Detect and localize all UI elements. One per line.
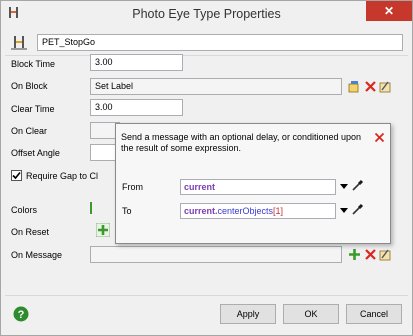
block-time-input[interactable]: 3.00 [90, 54, 183, 71]
to-value-keyword: current. [184, 206, 218, 216]
on-block-field[interactable]: Set Label [90, 78, 342, 95]
require-gap-label: Require Gap to Cl [26, 171, 99, 181]
block-time-label: Block Time [11, 59, 56, 69]
popup-close-icon[interactable] [374, 132, 385, 143]
title-bar: Photo Eye Type Properties ✕ [1, 1, 412, 29]
on-block-edit-properties-icon[interactable] [348, 80, 361, 93]
color-swatch[interactable] [90, 202, 92, 214]
divider [5, 295, 408, 296]
properties-window: Photo Eye Type Properties ✕ PET_StopGo B… [0, 0, 413, 336]
apply-button[interactable]: Apply [220, 304, 276, 324]
require-gap-checkbox[interactable] [11, 170, 22, 181]
on-clear-label: On Clear [11, 126, 48, 136]
to-dropdown-icon[interactable] [340, 208, 348, 214]
on-message-label: On Message [11, 250, 63, 260]
window-title: Photo Eye Type Properties [132, 7, 281, 21]
on-message-field[interactable] [90, 246, 342, 263]
on-message-add-icon[interactable] [348, 248, 361, 261]
offset-angle-label: Offset Angle [11, 148, 60, 158]
colors-label: Colors [11, 205, 38, 215]
photo-eye-icon [11, 36, 27, 50]
from-dropdown-icon[interactable] [340, 184, 348, 190]
on-block-edit-code-icon[interactable] [379, 80, 392, 93]
on-message-edit-code-icon[interactable] [379, 248, 392, 261]
on-reset-add-icon[interactable] [96, 223, 110, 237]
to-sampler-icon[interactable] [352, 203, 364, 215]
clear-time-input[interactable]: 3.00 [90, 99, 183, 116]
on-message-delete-icon[interactable] [364, 248, 377, 261]
from-sampler-icon[interactable] [352, 179, 364, 191]
on-block-label: On Block [11, 81, 48, 91]
object-name-input[interactable]: PET_StopGo [37, 34, 403, 51]
from-input[interactable]: current [180, 179, 336, 195]
ok-button[interactable]: OK [283, 304, 339, 324]
to-label: To [122, 206, 132, 216]
to-value-index: [1] [273, 206, 284, 216]
divider [5, 55, 408, 56]
window-close-button[interactable]: ✕ [366, 1, 412, 21]
help-icon[interactable]: ? [13, 306, 29, 322]
send-message-popup: Send a message with an optional delay, o… [115, 123, 391, 244]
on-block-delete-icon[interactable] [364, 80, 377, 93]
from-value: current [184, 182, 216, 192]
from-label: From [122, 182, 143, 192]
checkmark-icon [12, 171, 21, 180]
to-input[interactable]: current.centerObjects[1] [180, 203, 336, 219]
on-reset-label: On Reset [11, 227, 50, 237]
popup-description: Send a message with an optional delay, o… [121, 132, 361, 153]
clear-time-label: Clear Time [11, 104, 55, 114]
svg-text:?: ? [18, 309, 25, 321]
cancel-button[interactable]: Cancel [346, 304, 402, 324]
to-value-member: centerObjects [217, 206, 274, 216]
